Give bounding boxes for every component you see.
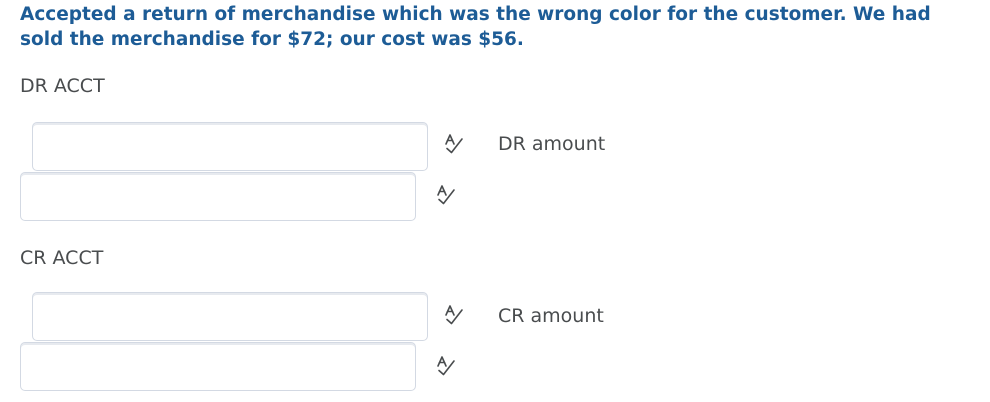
dr-amount-field[interactable] xyxy=(20,172,416,221)
dr-account-field[interactable] xyxy=(32,122,428,171)
question-text: Accepted a return of merchandise which w… xyxy=(20,4,931,50)
cr-account-field[interactable] xyxy=(32,292,428,341)
spell-check-icon[interactable] xyxy=(435,355,457,377)
dr-amount-label: DR amount xyxy=(498,133,606,155)
cr-account-heading: CR ACCT xyxy=(20,247,104,269)
spell-check-icon[interactable] xyxy=(443,304,465,326)
dr-account-heading: DR ACCT xyxy=(20,75,105,97)
cr-amount-field[interactable] xyxy=(20,342,416,391)
spell-check-icon[interactable] xyxy=(443,133,465,155)
cr-amount-label: CR amount xyxy=(498,305,604,327)
spell-check-icon[interactable] xyxy=(435,184,457,206)
